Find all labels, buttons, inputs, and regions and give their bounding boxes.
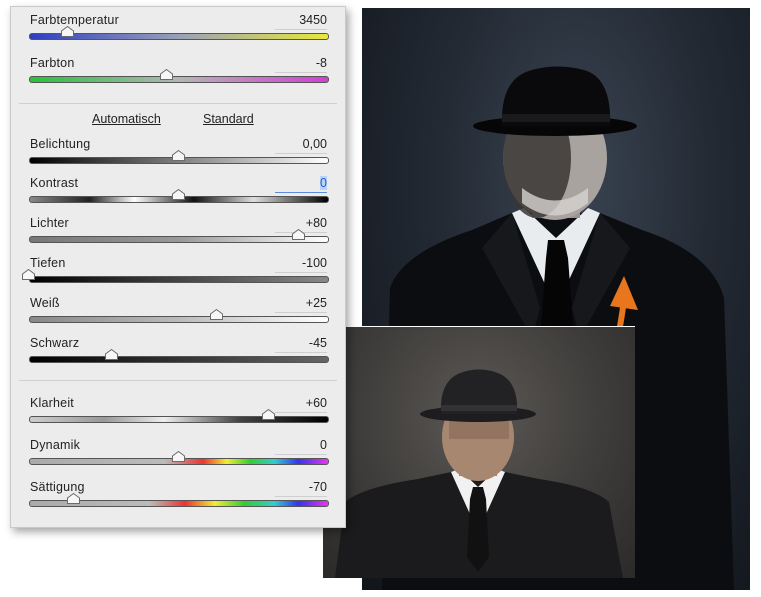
divider xyxy=(19,103,337,104)
slider-row-saturation: Sättigung -70 xyxy=(29,480,329,518)
slider-label: Dynamik xyxy=(30,438,81,452)
highlights-track[interactable] xyxy=(29,236,329,243)
slider-value-field[interactable]: -8 xyxy=(275,56,327,73)
divider xyxy=(19,380,337,381)
default-tone-link[interactable]: Standard xyxy=(203,112,254,126)
slider-thumb[interactable] xyxy=(105,349,118,360)
slider-row-temperature: Farbtemperatur 3450 xyxy=(29,13,329,51)
slider-label: Farbtemperatur xyxy=(30,13,119,27)
slider-thumb[interactable] xyxy=(22,269,35,280)
slider-thumb[interactable] xyxy=(160,69,173,80)
auto-tone-link[interactable]: Automatisch xyxy=(92,112,161,126)
slider-row-whites: Weiß +25 xyxy=(29,296,329,334)
slider-thumb[interactable] xyxy=(172,451,185,462)
slider-thumb[interactable] xyxy=(292,229,305,240)
slider-row-clarity: Klarheit +60 xyxy=(29,396,329,434)
tone-auto-links: Automatisch Standard xyxy=(11,112,345,128)
slider-label: Tiefen xyxy=(30,256,66,270)
clarity-track[interactable] xyxy=(29,416,329,423)
tint-track[interactable] xyxy=(29,76,329,83)
slider-row-exposure: Belichtung 0,00 xyxy=(29,137,329,175)
original-photo xyxy=(322,326,635,578)
slider-row-blacks: Schwarz -45 xyxy=(29,336,329,374)
slider-label: Klarheit xyxy=(30,396,74,410)
slider-thumb[interactable] xyxy=(172,189,185,200)
slider-value-field[interactable]: -45 xyxy=(275,336,327,353)
slider-row-vibrance: Dynamik 0 xyxy=(29,438,329,476)
slider-value-field[interactable]: -70 xyxy=(275,480,327,497)
slider-thumb[interactable] xyxy=(262,409,275,420)
blacks-track[interactable] xyxy=(29,356,329,363)
slider-label: Sättigung xyxy=(30,480,85,494)
slider-label: Kontrast xyxy=(30,176,79,190)
slider-value-field[interactable]: -100 xyxy=(275,256,327,273)
slider-value-field[interactable]: 3450 xyxy=(275,13,327,30)
selected-value-text: 0 xyxy=(320,176,327,190)
slider-value-field[interactable]: 0 xyxy=(275,176,327,193)
slider-thumb[interactable] xyxy=(61,26,74,37)
whites-track[interactable] xyxy=(29,316,329,323)
slider-thumb[interactable] xyxy=(172,150,185,161)
slider-row-tint: Farbton -8 xyxy=(29,56,329,94)
slider-label: Schwarz xyxy=(30,336,80,350)
temperature-track[interactable] xyxy=(29,33,329,40)
slider-label: Weiß xyxy=(30,296,60,310)
adjustment-panel: Farbtemperatur 3450 Farbton -8 Automatis… xyxy=(10,6,346,528)
slider-value-field[interactable]: 0,00 xyxy=(275,137,327,154)
slider-row-shadows: Tiefen -100 xyxy=(22,256,329,294)
slider-thumb[interactable] xyxy=(210,309,223,320)
slider-label: Lichter xyxy=(30,216,69,230)
shadows-track[interactable] xyxy=(29,276,329,283)
slider-row-highlights: Lichter +80 xyxy=(29,216,329,254)
slider-label: Belichtung xyxy=(30,137,91,151)
slider-row-contrast: Kontrast 0 xyxy=(29,176,329,214)
slider-thumb[interactable] xyxy=(67,493,80,504)
slider-label: Farbton xyxy=(30,56,75,70)
slider-value-field[interactable]: +60 xyxy=(275,396,327,413)
slider-value-field[interactable]: 0 xyxy=(275,438,327,455)
slider-value-field[interactable]: +25 xyxy=(275,296,327,313)
